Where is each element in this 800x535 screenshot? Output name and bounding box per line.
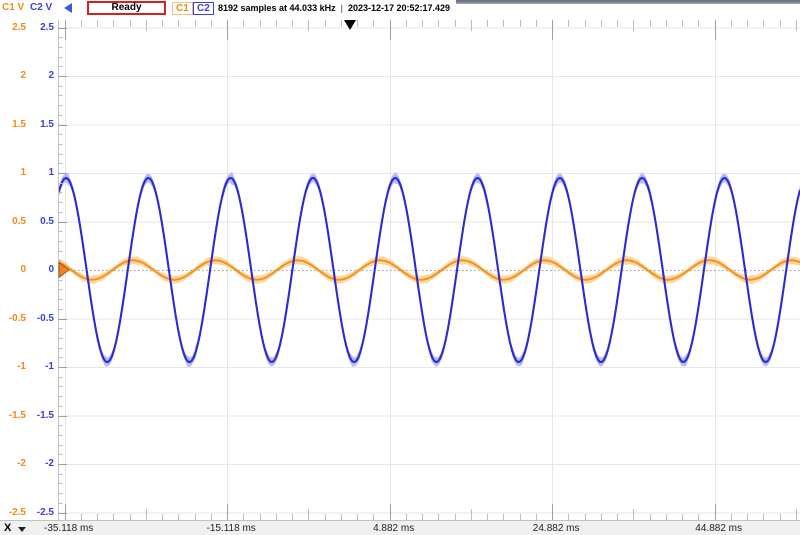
x-tick-label: 44.882 ms: [695, 523, 742, 534]
collapse-panel-icon[interactable]: [64, 3, 72, 13]
y-tick-label-c2: -2.5: [28, 508, 54, 518]
y-tick-label-c1: 0: [0, 265, 26, 275]
x-axis-selector-button[interactable]: X: [4, 522, 26, 534]
y-tick-label-c2: 0: [28, 265, 54, 275]
y-tick-label-c2: 1.5: [28, 120, 54, 130]
channel-tab-c1[interactable]: C1: [172, 2, 193, 15]
window-top-bar: [456, 0, 800, 4]
y-tick-label-c1: -1.5: [0, 411, 26, 421]
y-tick-label-c2: 0.5: [28, 217, 54, 227]
x-tick-label: -15.118 ms: [207, 523, 256, 534]
y-tick-label-c2: 2: [28, 71, 54, 81]
y-tick-label-c1: 1.5: [0, 120, 26, 130]
time-scrollbar[interactable]: X -35.118 ms -15.118 ms 4.882 ms 24.882 ms 4…: [0, 520, 800, 535]
x-axis-selector-label: X: [4, 522, 11, 534]
y-tick-label-c2: 2.5: [28, 23, 54, 33]
dropdown-caret-icon: [18, 527, 26, 532]
oscilloscope-window: C1 V C2 V Ready C1 C2 8192 samples at 44…: [0, 0, 800, 535]
y-tick-label-c1: -2: [0, 459, 26, 469]
y-tick-label-c1: -0.5: [0, 314, 26, 324]
y-tick-label-c1: 2.5: [0, 23, 26, 33]
x-tick-label: 4.882 ms: [373, 523, 414, 534]
separator: |: [341, 3, 343, 13]
sample-info: 8192 samples at 44.033 kHz: [218, 3, 336, 13]
c2-axis-title: C2 V: [30, 2, 52, 13]
y-tick-label-c2: -1.5: [28, 411, 54, 421]
channel-tab-c2[interactable]: C2: [193, 2, 214, 15]
timestamp: 2023-12-17 20:52:17.429: [348, 3, 450, 13]
y-tick-label-c1: 0.5: [0, 217, 26, 227]
c1-axis-title: C1 V: [2, 2, 24, 13]
y-tick-label-c2: -1: [28, 362, 54, 372]
acquisition-info: 8192 samples at 44.033 kHz | 2023-12-17 20…: [218, 3, 450, 13]
y-tick-label-c2: 1: [28, 168, 54, 178]
y-tick-label-c1: 2: [0, 71, 26, 81]
y-tick-label-c2: -0.5: [28, 314, 54, 324]
y-tick-label-c1: 1: [0, 168, 26, 178]
y-tick-label-c1: -2.5: [0, 508, 26, 518]
status-badge: Ready: [87, 1, 166, 15]
waveform-plot[interactable]: [58, 20, 800, 520]
x-tick-label: 24.882 ms: [533, 523, 580, 534]
y-tick-label-c1: -1: [0, 362, 26, 372]
x-tick-label: -35.118 ms: [44, 523, 93, 534]
y-tick-label-c2: -2: [28, 459, 54, 469]
